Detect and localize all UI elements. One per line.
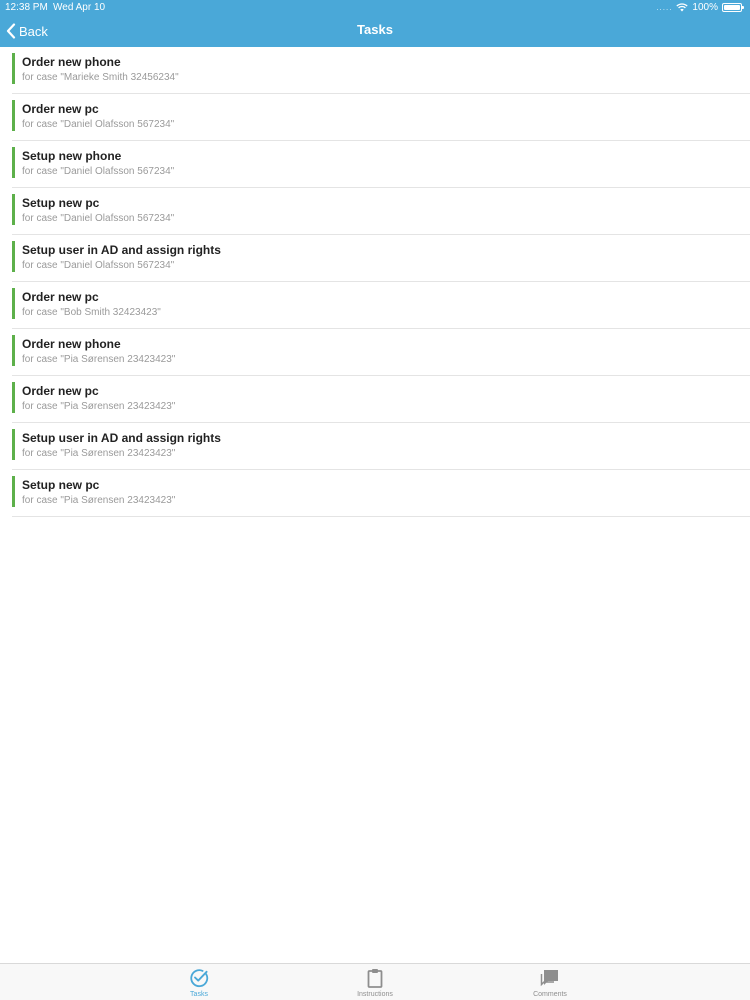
task-item[interactable]: Order new pc for case "Pia Sørensen 2342… (12, 376, 750, 423)
task-item[interactable]: Order new phone for case "Marieke Smith … (12, 47, 750, 94)
task-item[interactable]: Setup new pc for case "Pia Sørensen 2342… (12, 470, 750, 517)
tab-label: Instructions (357, 991, 393, 998)
task-case: for case "Bob Smith 32423423" (22, 307, 161, 318)
task-title: Order new pc (22, 384, 99, 398)
battery-icon (722, 3, 744, 12)
status-bar: 12:38 PM Wed Apr 10 ..... 100% (0, 0, 750, 15)
task-case: for case "Daniel Olafsson 567234" (22, 119, 175, 130)
task-title: Order new pc (22, 290, 99, 304)
check-circle-icon (190, 969, 209, 988)
task-item[interactable]: Setup new phone for case "Daniel Olafsso… (12, 141, 750, 188)
battery-level (724, 5, 740, 10)
task-case: for case "Pia Sørensen 23423423" (22, 448, 176, 459)
task-item[interactable]: Order new pc for case "Daniel Olafsson 5… (12, 94, 750, 141)
task-status-indicator (12, 100, 15, 131)
tab-label: Tasks (190, 991, 208, 998)
comments-icon (540, 970, 558, 987)
task-item[interactable]: Setup user in AD and assign rights for c… (12, 423, 750, 470)
tab-comments[interactable]: Comments (500, 964, 600, 1000)
task-case: for case "Daniel Olafsson 567234" (22, 166, 175, 177)
task-title: Setup new phone (22, 149, 122, 163)
tab-tasks[interactable]: Tasks (149, 964, 249, 1000)
task-case: for case "Pia Sørensen 23423423" (22, 401, 176, 412)
task-status-indicator (12, 335, 15, 366)
task-item[interactable]: Setup user in AD and assign rights for c… (12, 235, 750, 282)
top-bar: 12:38 PM Wed Apr 10 ..... 100% Back Task… (0, 0, 750, 47)
task-case: for case "Marieke Smith 32456234" (22, 72, 179, 83)
task-item[interactable]: Setup new pc for case "Daniel Olafsson 5… (12, 188, 750, 235)
task-case: for case "Daniel Olafsson 567234" (22, 213, 175, 224)
task-case: for case "Daniel Olafsson 567234" (22, 260, 175, 271)
task-case: for case "Pia Sørensen 23423423" (22, 495, 176, 506)
task-title: Setup new pc (22, 478, 100, 492)
task-item[interactable]: Order new pc for case "Bob Smith 3242342… (12, 282, 750, 329)
task-title: Setup new pc (22, 196, 100, 210)
task-status-indicator (12, 382, 15, 413)
status-time: 12:38 PM (5, 2, 48, 13)
tab-bar: Tasks Instructions Comments (0, 963, 750, 1000)
wifi-icon (676, 3, 689, 12)
clipboard-icon (367, 969, 383, 988)
battery-tip (742, 6, 744, 9)
nav-bar: Back Tasks (0, 15, 750, 47)
task-case: for case "Pia Sørensen 23423423" (22, 354, 176, 365)
signal-icon: ..... (656, 3, 673, 12)
app-screen: 12:38 PM Wed Apr 10 ..... 100% Back Task… (0, 0, 750, 1000)
tab-label: Comments (533, 991, 567, 998)
task-title: Setup user in AD and assign rights (22, 243, 221, 257)
task-list: Order new phone for case "Marieke Smith … (12, 47, 750, 517)
task-title: Setup user in AD and assign rights (22, 431, 221, 445)
task-status-indicator (12, 241, 15, 272)
task-item[interactable]: Order new phone for case "Pia Sørensen 2… (12, 329, 750, 376)
page-title: Tasks (357, 22, 393, 37)
task-status-indicator (12, 194, 15, 225)
status-indicators: ..... 100% (656, 0, 744, 15)
task-status-indicator (12, 288, 15, 319)
tab-instructions[interactable]: Instructions (325, 964, 425, 1000)
task-status-indicator (12, 429, 15, 460)
task-status-indicator (12, 53, 15, 84)
task-status-indicator (12, 476, 15, 507)
task-title: Order new pc (22, 102, 99, 116)
task-status-indicator (12, 147, 15, 178)
status-date: Wed Apr 10 (53, 2, 106, 13)
task-title: Order new phone (22, 337, 121, 351)
battery-percent: 100% (692, 2, 718, 13)
task-title: Order new phone (22, 55, 121, 69)
